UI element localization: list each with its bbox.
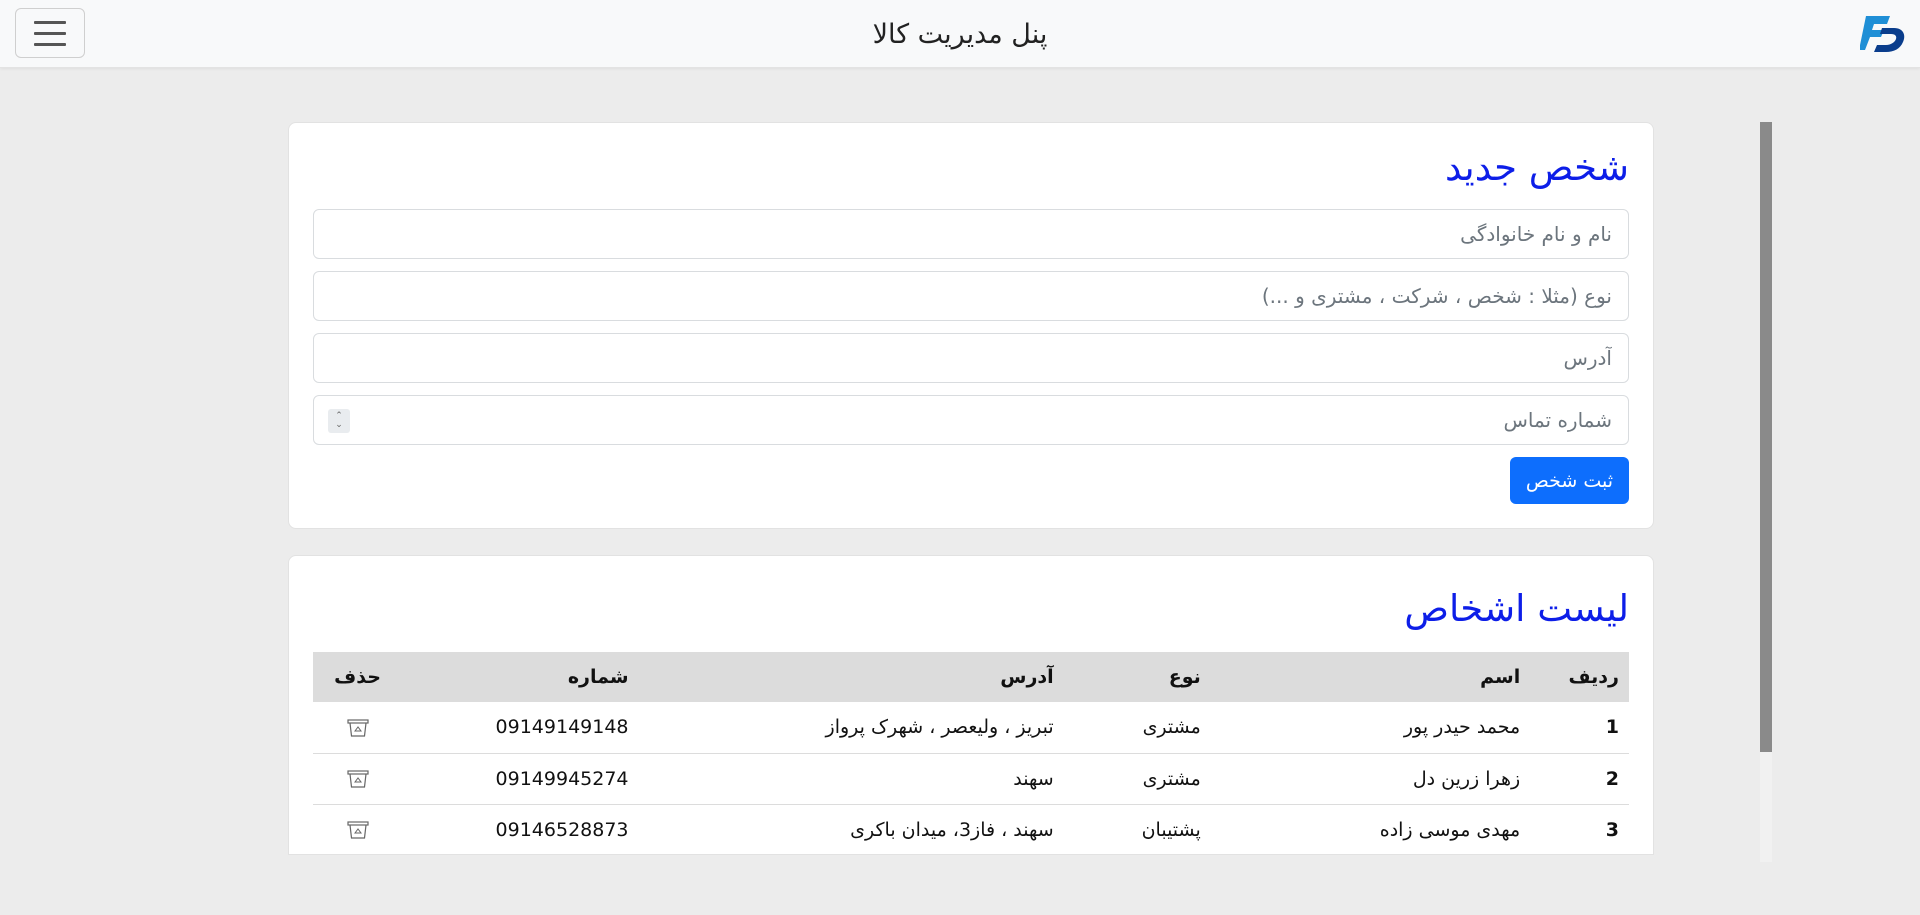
row-phone: 09149149148 — [402, 702, 639, 754]
address-field[interactable] — [313, 333, 1629, 383]
trash-icon[interactable] — [346, 719, 369, 737]
row-address: سهند — [638, 753, 1064, 805]
name-field[interactable] — [313, 209, 1629, 259]
header-type: نوع — [1063, 652, 1211, 702]
row-address: سهند ، فاز3، میدان باکری — [638, 804, 1064, 854]
trash-icon[interactable] — [346, 821, 369, 839]
table-row: 3 مهدی موسی زاده پشتیبان سهند ، فاز3، می… — [313, 804, 1629, 854]
trash-icon[interactable] — [346, 770, 369, 788]
row-type: پشتیبان — [1063, 804, 1211, 854]
phone-input[interactable] — [330, 408, 1612, 432]
delete-cell — [313, 804, 403, 854]
hamburger-icon — [34, 31, 66, 35]
row-index: 2 — [1530, 753, 1629, 805]
row-index: 1 — [1530, 702, 1629, 754]
delete-cell — [313, 702, 403, 754]
new-person-title: شخص جدید — [1445, 146, 1629, 189]
row-address: تبریز ، ولیعصر ، شهرک پرواز — [638, 702, 1064, 754]
scrollbar-thumb[interactable] — [1760, 122, 1772, 752]
row-phone: 09146528873 — [402, 804, 639, 854]
type-field[interactable] — [313, 271, 1629, 321]
header-name: اسم — [1210, 652, 1531, 702]
row-type: مشتری — [1063, 753, 1211, 805]
table-row: 2 زهرا زرین دل مشتری سهند 09149945274 — [313, 753, 1629, 805]
type-input[interactable] — [330, 284, 1612, 308]
header-address: آدرس — [638, 652, 1064, 702]
submit-person-button[interactable]: ثبت شخص — [1509, 457, 1629, 504]
menu-toggle-button[interactable] — [15, 8, 85, 58]
brand-logo-icon[interactable] — [1860, 12, 1906, 54]
header-index: ردیف — [1530, 652, 1629, 702]
table-header-row: ردیف اسم نوع آدرس شماره حذف — [313, 652, 1629, 702]
page-title: پنل مدیریت کالا — [872, 18, 1048, 50]
name-input[interactable] — [330, 222, 1612, 246]
hamburger-icon — [34, 20, 66, 24]
top-navbar: پنل مدیریت کالا — [0, 0, 1920, 68]
row-name: زهرا زرین دل — [1210, 753, 1531, 805]
persons-list-title: لیست اشخاص — [1404, 587, 1629, 630]
new-person-card: شخص جدید ⌃ ⌄ ثبت شخص — [288, 122, 1654, 529]
row-name: مهدی موسی زاده — [1210, 804, 1531, 854]
phone-field[interactable]: ⌃ ⌄ — [313, 395, 1629, 445]
header-delete: حذف — [313, 652, 403, 702]
persons-table: ردیف اسم نوع آدرس شماره حذف 1 محمد حیدر … — [313, 652, 1629, 854]
persons-list-card: لیست اشخاص ردیف اسم نوع آدرس شماره حذف 1… — [288, 555, 1654, 855]
address-input[interactable] — [330, 346, 1612, 370]
delete-cell — [313, 753, 403, 805]
row-type: مشتری — [1063, 702, 1211, 754]
row-name: محمد حیدر پور — [1210, 702, 1531, 754]
row-phone: 09149945274 — [402, 753, 639, 805]
table-row: 1 محمد حیدر پور مشتری تبریز ، ولیعصر ، ش… — [313, 702, 1629, 754]
chevron-down-icon[interactable]: ⌄ — [335, 421, 343, 430]
number-spinner[interactable]: ⌃ ⌄ — [328, 409, 350, 433]
submit-row: ثبت شخص — [313, 457, 1629, 504]
header-phone: شماره — [402, 652, 639, 702]
row-index: 3 — [1530, 804, 1629, 854]
main-container: شخص جدید ⌃ ⌄ ثبت شخص لیست اشخاص ردیف — [288, 122, 1654, 855]
hamburger-icon — [34, 42, 66, 46]
